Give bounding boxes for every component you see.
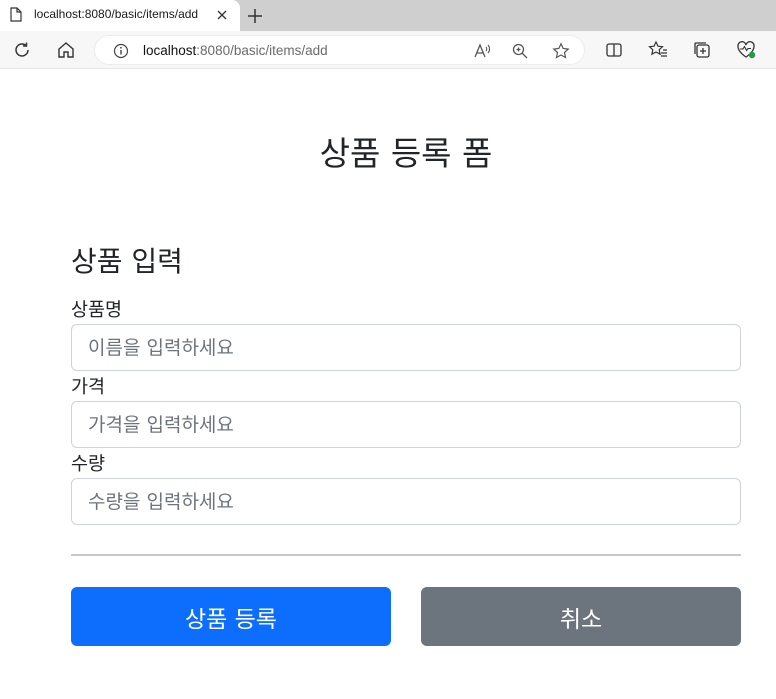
tab-title: localhost:8080/basic/items/add — [34, 7, 199, 21]
address-path: :8080/basic/items/add — [196, 43, 328, 58]
page-title: 상품 등록 폼 — [319, 134, 493, 173]
item-name-label: 상품명 — [71, 300, 123, 321]
new-tab-icon[interactable] — [244, 5, 266, 27]
favorite-star-icon[interactable] — [551, 41, 571, 61]
tab-bar: localhost:8080/basic/items/add — [0, 0, 776, 31]
divider — [71, 554, 741, 556]
section-title: 상품 입력 — [71, 245, 183, 278]
page-icon — [10, 7, 22, 22]
split-screen-icon[interactable] — [602, 38, 626, 62]
info-icon[interactable] — [113, 43, 129, 59]
home-icon[interactable] — [54, 38, 78, 62]
address-bar[interactable]: localhost:8080/basic/items/add — [94, 35, 585, 65]
browser-tab[interactable]: localhost:8080/basic/items/add — [0, 0, 240, 31]
quantity-label: 수량 — [71, 454, 106, 475]
submit-item-button[interactable]: 상품 등록 — [71, 587, 391, 646]
price-label: 가격 — [71, 377, 106, 398]
zoom-icon[interactable] — [510, 41, 530, 61]
item-name-input[interactable] — [71, 324, 741, 371]
read-aloud-icon[interactable] — [472, 41, 492, 61]
refresh-icon[interactable] — [10, 38, 34, 62]
address-url: localhost:8080/basic/items/add — [143, 43, 328, 58]
favorites-icon[interactable] — [646, 38, 670, 62]
collections-icon[interactable] — [690, 38, 714, 62]
price-input[interactable] — [71, 401, 741, 448]
cancel-button[interactable]: 취소 — [421, 587, 741, 646]
quantity-input[interactable] — [71, 478, 741, 525]
close-icon[interactable] — [213, 6, 231, 24]
browser-toolbar: localhost:8080/basic/items/add — [0, 31, 776, 69]
address-host: localhost — [143, 43, 197, 58]
browser-essentials-icon[interactable] — [734, 38, 758, 62]
